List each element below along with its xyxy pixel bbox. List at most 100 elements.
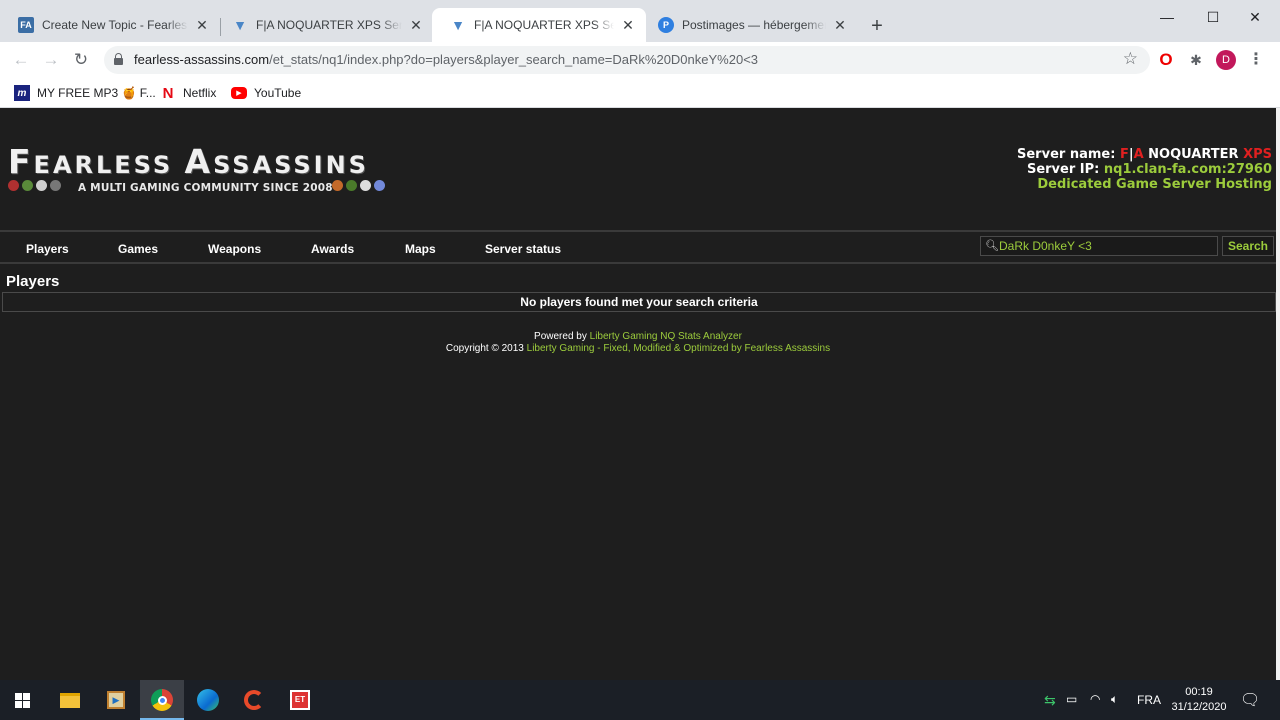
logo-tagline: A MULTI GAMING COMMUNITY SINCE 2008 (78, 182, 333, 194)
footer-powered-link[interactable]: Liberty Gaming NQ Stats Analyzer (590, 331, 742, 342)
server-info: Server name: F|A NOQUARTER XPS Server IP… (1017, 147, 1272, 192)
reload-button[interactable]: ↻ (70, 49, 92, 71)
player-search-input[interactable] (999, 238, 1214, 254)
server-name-xps: XPS (1243, 147, 1272, 162)
close-icon[interactable]: ✕ (620, 17, 636, 33)
game-icon (50, 180, 61, 191)
search-result-message: No players found met your search criteri… (2, 292, 1276, 312)
bookmarks-bar: m MY FREE MP3 🍯 F... N Netflix ▶ YouTube (0, 78, 1280, 108)
nav-awards[interactable]: Awards (311, 242, 354, 256)
server-ip-value: nq1.clan-fa.com:27960 (1103, 162, 1272, 177)
menu-kebab-icon[interactable]: ⋮ (1246, 50, 1266, 70)
footer-copyright-label: Copyright © 2013 (445, 343, 527, 354)
new-tab-button[interactable]: + (866, 15, 888, 37)
url-path: /et_stats/nq1/index.php?do=players&playe… (269, 52, 759, 67)
tab-title: F|A NOQUARTER XPS Server stats (256, 18, 402, 32)
page-scrollbar[interactable] (1276, 108, 1280, 680)
extensions-puzzle-icon[interactable]: ✱ (1186, 50, 1206, 70)
hosting-link[interactable]: Dedicated Game Server Hosting (1017, 177, 1272, 192)
notifications-icon[interactable]: 🗨︎ (1240, 690, 1260, 710)
minimize-button[interactable]: — (1144, 6, 1190, 28)
volume-icon[interactable]: 🔈︎ (1111, 692, 1118, 707)
nav-players[interactable]: Players (26, 242, 69, 256)
battery-icon[interactable]: ▭ (1066, 692, 1077, 706)
ccleaner-icon[interactable] (242, 688, 266, 712)
logo-letter-f: F (8, 142, 34, 181)
tab-title: Create New Topic - Fearless Assassins (42, 18, 188, 32)
logo-word-2: SSASSINS (213, 151, 369, 179)
close-icon[interactable]: ✕ (408, 17, 424, 33)
bookmark-label: Netflix (183, 86, 217, 100)
server-name-f: F (1119, 147, 1129, 162)
game-icon (36, 180, 47, 191)
file-explorer-icon[interactable] (58, 688, 82, 712)
logo-wordmark: FEARLESS ASSASSINS (8, 142, 369, 181)
clock-date: 31/12/2020 (1171, 701, 1227, 713)
chrome-icon[interactable] (150, 688, 174, 712)
bookmark-netflix[interactable]: N Netflix (160, 83, 217, 103)
site-logo[interactable]: FEARLESS ASSASSINS A MULTI GAMING COMMUN… (8, 142, 398, 198)
footer: Powered by Liberty Gaming NQ Stats Analy… (0, 331, 1276, 355)
footer-powered-label: Powered by (534, 331, 590, 342)
server-ip-label: Server IP: (1026, 162, 1104, 177)
discord-icon (374, 180, 385, 191)
game-icon (8, 180, 19, 191)
server-name-a: A (1133, 147, 1144, 162)
tab-postimages[interactable]: P Postimages — hébergement gratuit d'ima… (640, 8, 858, 42)
server-name-label: Server name: (1017, 147, 1120, 162)
url-text[interactable]: fearless-assassins.com/et_stats/nq1/inde… (134, 52, 758, 67)
network-sync-icon[interactable]: ⇆ (1044, 692, 1056, 709)
forward-button[interactable]: → (40, 49, 62, 71)
bookmark-my-free-mp3[interactable]: m MY FREE MP3 🍯 F... (14, 83, 156, 103)
stats-v-icon: ▼ (451, 17, 465, 33)
close-window-button[interactable]: ✕ (1232, 6, 1278, 28)
page-content: FEARLESS ASSASSINS A MULTI GAMING COMMUN… (0, 108, 1276, 680)
media-player-icon[interactable]: ▶ (104, 688, 128, 712)
edge-icon[interactable] (196, 688, 220, 712)
tab-server-stats-2-active[interactable]: ▼ F|A NOQUARTER XPS Server stats ✕ (432, 8, 646, 42)
wifi-icon[interactable]: ◠ (1090, 692, 1100, 706)
game-launcher-icon[interactable]: ET (288, 688, 312, 712)
mp3-m-icon: m (14, 85, 30, 101)
nav-games[interactable]: Games (118, 242, 158, 256)
game-icon (332, 180, 343, 191)
close-icon[interactable]: ✕ (194, 17, 210, 33)
nav-server-status[interactable]: Server status (485, 242, 561, 256)
server-name-line: Server name: F|A NOQUARTER XPS (1017, 147, 1272, 162)
bookmark-star-icon[interactable]: ☆ (1123, 49, 1138, 69)
browser-toolbar: ← → ↻ fearless-assassins.com/et_stats/nq… (0, 42, 1280, 78)
footer-copyright-link[interactable]: Liberty Gaming - Fixed, Modified & Optim… (527, 343, 830, 354)
tab-create-new-topic[interactable]: FA Create New Topic - Fearless Assassins… (0, 8, 220, 42)
system-clock[interactable]: 00:19 31/12/2020 (1166, 685, 1232, 715)
search-button[interactable]: Search (1222, 236, 1274, 256)
bookmark-youtube[interactable]: ▶ YouTube (231, 83, 301, 103)
game-icon (346, 180, 357, 191)
nav-weapons[interactable]: Weapons (208, 242, 261, 256)
url-host: fearless-assassins.com (134, 52, 270, 67)
language-indicator[interactable]: FRA (1137, 693, 1161, 707)
search-icon: 🔍︎ (985, 240, 999, 252)
bookmark-label: YouTube (254, 86, 302, 100)
netflix-icon: N (162, 84, 174, 102)
close-icon[interactable]: ✕ (832, 17, 848, 33)
logo-word-1: EARLESS (33, 151, 185, 179)
maximize-button[interactable]: ☐ (1190, 6, 1236, 28)
lock-icon[interactable] (114, 53, 123, 65)
logo-letter-a: A (184, 142, 214, 181)
youtube-icon: ▶ (231, 87, 247, 99)
opera-adblock-icon[interactable]: O (1156, 50, 1176, 70)
start-button[interactable] (10, 688, 34, 712)
server-name-mid: NOQUARTER (1143, 147, 1244, 162)
address-bar[interactable]: fearless-assassins.com/et_stats/nq1/inde… (104, 46, 1150, 74)
fa-forum-icon: FA (18, 17, 34, 33)
profile-avatar[interactable]: D (1216, 50, 1236, 70)
server-ip-line: Server IP: nq1.clan-fa.com:27960 (1017, 162, 1272, 177)
postimages-icon: P (658, 17, 674, 33)
back-button[interactable]: ← (10, 49, 32, 71)
tab-server-stats-1[interactable]: ▼ F|A NOQUARTER XPS Server stats ✕ (214, 8, 434, 42)
player-search-box: 🔍︎ (980, 236, 1218, 256)
bookmark-label: MY FREE MP3 🍯 F... (37, 86, 156, 100)
nav-maps[interactable]: Maps (405, 242, 436, 256)
footer-powered: Powered by Liberty Gaming NQ Stats Analy… (0, 331, 1276, 343)
main-nav: Players Games Weapons Awards Maps Server… (0, 230, 1276, 264)
